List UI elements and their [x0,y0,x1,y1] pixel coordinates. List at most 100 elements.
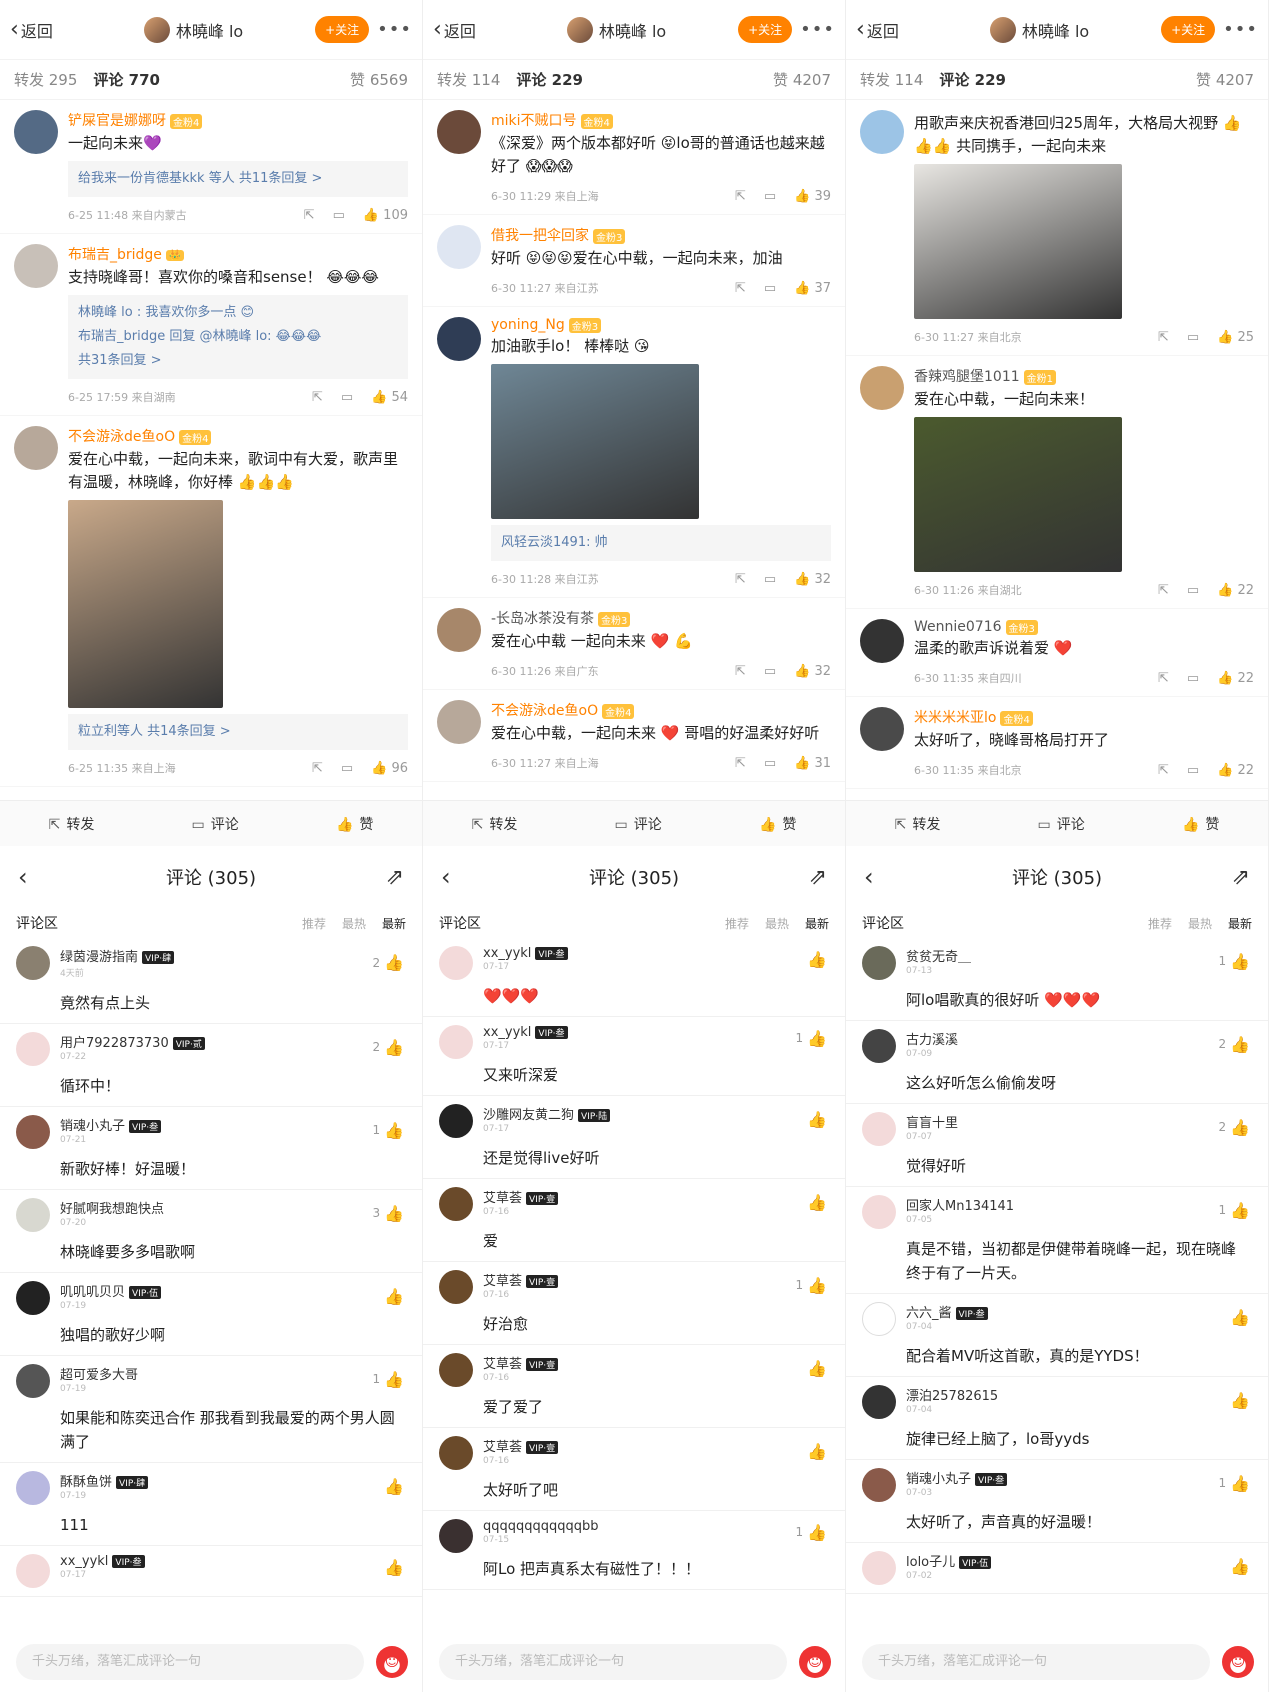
avatar[interactable] [862,1029,896,1063]
like-button[interactable]: 👍 [380,1287,404,1306]
avatar[interactable] [860,619,904,663]
commenter-name[interactable]: 绿茵漫游指南 VIP·肆 [60,946,175,965]
toolbar-like-button[interactable]: 👍 赞 [336,814,373,834]
sort-option[interactable]: 推荐 [1148,915,1172,932]
avatar[interactable] [14,426,58,470]
commenter-name[interactable]: 古力溪溪 [906,1029,958,1048]
reply-icon[interactable]: ▭ [1187,671,1199,686]
avatar[interactable] [16,1198,50,1232]
like-button[interactable]: 3 👍 [372,1204,404,1223]
share-icon[interactable]: ⇱ [735,756,746,771]
like-count[interactable]: 👍 54 [371,390,408,405]
toolbar-comment-button[interactable]: ▭ 评论 [1038,814,1085,834]
commenter-name[interactable]: 贫贫无奇＿ [906,946,971,965]
share-out-icon[interactable]: ⇗ [809,865,827,890]
avatar[interactable] [862,1112,896,1146]
avatar[interactable] [439,1353,473,1387]
share-icon[interactable]: ⇱ [1158,330,1169,345]
like-button[interactable]: 1 👍 [795,1029,827,1048]
reply-icon[interactable]: ▭ [1187,583,1199,598]
toolbar-comment-button[interactable]: ▭ 评论 [615,814,662,834]
commenter-name[interactable]: 布瑞吉_bridge 👑 [68,244,408,264]
like-button[interactable]: 👍 [803,1110,827,1129]
toolbar-repost-button[interactable]: ⇱ 转发 [49,814,95,834]
like-button[interactable]: 👍 [1226,1557,1250,1576]
avatar[interactable] [439,1025,473,1059]
commenter-name[interactable]: 艾草荟 VIP·壹 [483,1270,559,1289]
avatar[interactable] [862,1551,896,1585]
like-button[interactable]: 2 👍 [372,953,404,972]
like-count[interactable]: 👍 22 [1217,671,1254,686]
back-button[interactable]: ‹ 返回 [856,17,918,42]
reply-icon[interactable]: ▭ [1187,330,1199,345]
share-icon[interactable]: ⇱ [735,281,746,296]
reply-line[interactable]: 给我来一份肯德基kkk 等人 共11条回复 > [78,167,398,191]
like-button[interactable]: 2 👍 [1218,1035,1250,1054]
share-icon[interactable]: ⇱ [735,664,746,679]
avatar[interactable] [439,1519,473,1553]
follow-button[interactable]: +关注 [1161,16,1216,43]
reply-line[interactable]: 共31条回复 > [78,349,398,373]
reply-preview[interactable]: 林曉峰 lo : 我喜欢你多一点 😊 布瑞吉_bridge 回复 @林曉峰 lo:… [68,295,408,379]
like-button[interactable]: 1 👍 [795,1523,827,1542]
comment-input[interactable]: 千头万绪，落笔汇成评论一句 [862,1644,1210,1680]
like-count[interactable]: 👍 32 [794,664,831,679]
more-icon[interactable]: ••• [377,19,412,40]
like-count[interactable]: 👍 39 [794,189,831,204]
avatar[interactable] [862,1468,896,1502]
avatar[interactable] [862,946,896,980]
like-count[interactable]: 👍 22 [1217,583,1254,598]
tab-repost[interactable]: 转发 114 [437,69,500,90]
header-user[interactable]: 林曉峰 lo [72,16,315,43]
reply-icon[interactable]: ▭ [333,208,345,223]
commenter-name[interactable]: 艾草荟 VIP·壹 [483,1353,559,1372]
avatar[interactable] [439,946,473,980]
avatar[interactable] [439,1436,473,1470]
sort-option[interactable]: 最热 [342,915,366,932]
commenter-name[interactable]: xx_yykl VIP·叁 [483,946,568,961]
reply-line[interactable]: 林曉峰 lo : 我喜欢你多一点 😊 [78,301,398,325]
avatar[interactable] [437,608,481,652]
reply-preview[interactable]: 给我来一份肯德基kkk 等人 共11条回复 > [68,161,408,197]
commenter-name[interactable]: 艾草荟 VIP·壹 [483,1436,559,1455]
like-count[interactable]: 👍 96 [371,761,408,776]
commenter-name[interactable]: 铲屎官是娜娜呀 金粉4 [68,110,408,130]
commenter-name[interactable]: 叽叽叽贝贝 VIP·伍 [60,1281,162,1300]
avatar[interactable] [862,1302,896,1336]
commenter-name[interactable]: lolo子儿 VIP·伍 [906,1551,992,1570]
tab-like[interactable]: 赞 4207 [773,69,831,90]
back-button[interactable]: ‹ 返回 [433,17,495,42]
toolbar-comment-button[interactable]: ▭ 评论 [192,814,239,834]
commenter-name[interactable]: 不会游泳de鱼oO 金粉4 [68,426,408,446]
more-icon[interactable]: ••• [1223,19,1258,40]
reply-icon[interactable]: ▭ [1187,763,1199,778]
reply-icon[interactable]: ▭ [764,664,776,679]
share-icon[interactable]: ⇱ [312,390,323,405]
sort-option[interactable]: 最热 [765,915,789,932]
avatar[interactable] [14,110,58,154]
follow-button[interactable]: +关注 [738,16,793,43]
avatar[interactable] [16,1281,50,1315]
sort-option[interactable]: 最新 [1228,915,1252,932]
like-button[interactable]: 1 👍 [795,1276,827,1295]
like-count[interactable]: 👍 32 [794,572,831,587]
avatar[interactable] [16,1115,50,1149]
commenter-name[interactable]: 盲盲十里 [906,1112,958,1131]
share-icon[interactable]: ⇱ [312,761,323,776]
like-count[interactable]: 👍 25 [1217,330,1254,345]
share-out-icon[interactable]: ⇗ [386,865,404,890]
back-arrow-icon[interactable]: ‹ [18,863,28,891]
avatar[interactable] [437,110,481,154]
like-button[interactable]: 👍 [1226,1391,1250,1410]
commenter-name[interactable]: xx_yykl VIP·叁 [483,1025,568,1040]
avatar[interactable] [860,707,904,751]
avatar[interactable] [862,1385,896,1419]
like-button[interactable]: 1 👍 [372,1121,404,1140]
share-out-icon[interactable]: ⇗ [1232,865,1250,890]
reply-icon[interactable]: ▭ [764,281,776,296]
commenter-name[interactable]: 六六_酱 VIP·叁 [906,1302,988,1321]
toolbar-repost-button[interactable]: ⇱ 转发 [895,814,941,834]
reply-icon[interactable]: ▭ [764,189,776,204]
avatar[interactable] [862,1195,896,1229]
avatar[interactable] [439,1270,473,1304]
